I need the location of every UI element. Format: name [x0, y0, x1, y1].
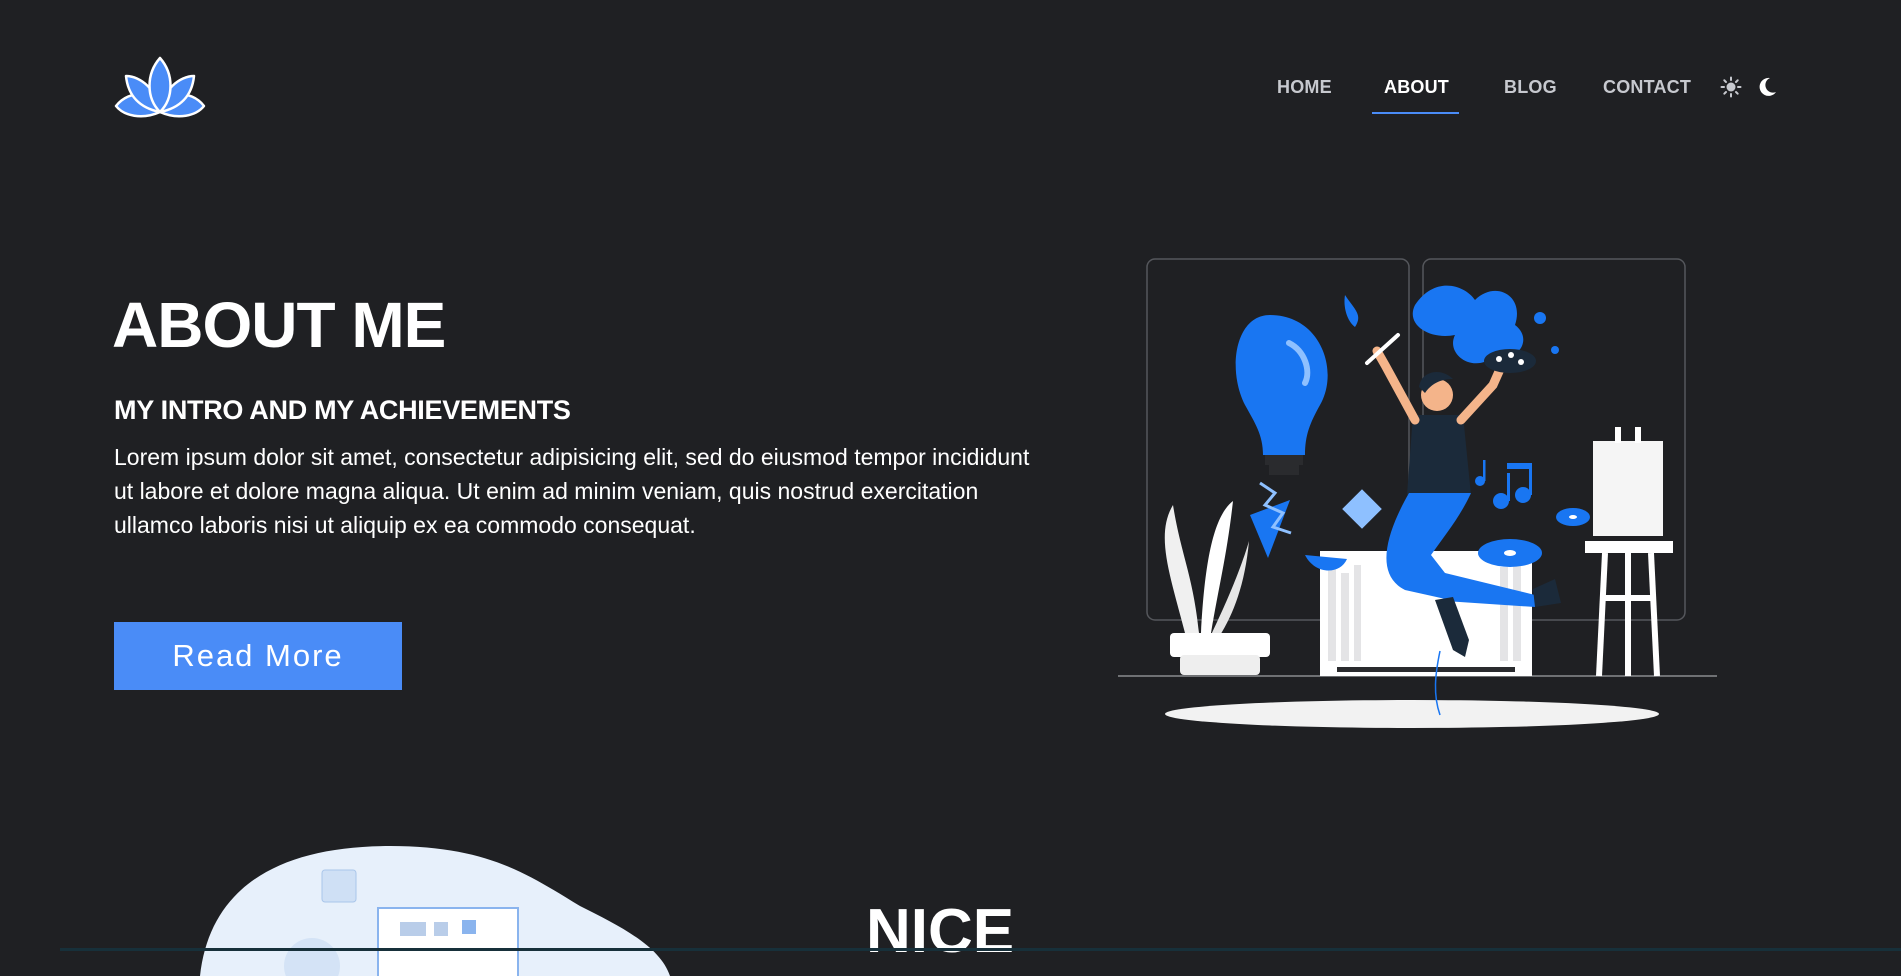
lotus-logo-icon[interactable]: [112, 54, 208, 120]
nav-blog-link[interactable]: BLOG: [1504, 77, 1557, 98]
page-subtitle: MY INTRO AND MY ACHIEVEMENTS: [114, 395, 571, 425]
next-section-title: NICE: [866, 897, 1015, 966]
sun-icon[interactable]: [1720, 76, 1742, 98]
intro-paragraph: Lorem ipsum dolor sit amet, consectetur …: [114, 444, 1030, 538]
moon-icon[interactable]: [1756, 76, 1778, 98]
artist-jumping-illustration: [1118, 258, 1717, 728]
workspace-illustration: [200, 846, 670, 976]
read-more-button[interactable]: Read More: [114, 622, 402, 690]
site-header: HOME ABOUT BLOG CONTACT: [0, 0, 1901, 175]
page-title: ABOUT ME: [112, 289, 446, 361]
nav-about-link[interactable]: ABOUT: [1384, 77, 1449, 98]
nav-contact-link[interactable]: CONTACT: [1603, 77, 1691, 98]
nav-home-link[interactable]: HOME: [1277, 77, 1332, 98]
active-nav-underline: [1372, 112, 1459, 114]
